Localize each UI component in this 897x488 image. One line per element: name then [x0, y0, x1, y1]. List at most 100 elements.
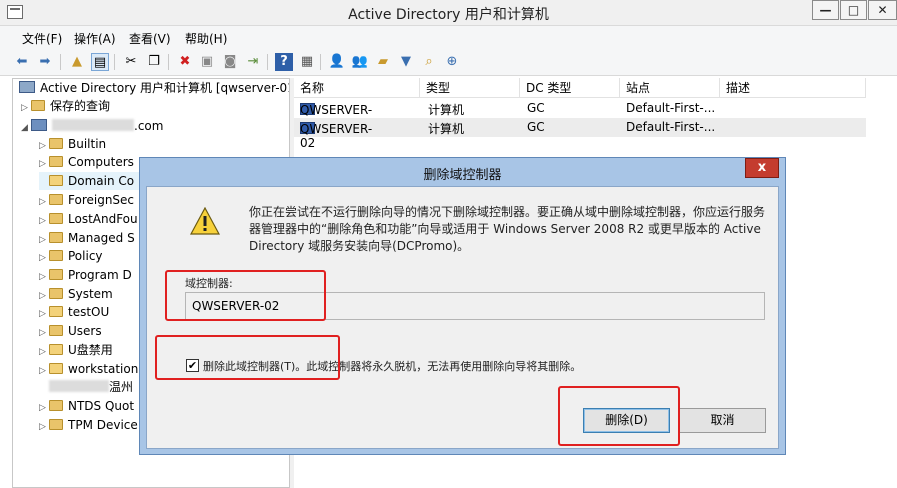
window-titlebar: Active Directory 用户和计算机 — □ ✕	[0, 0, 897, 26]
ou-icon	[49, 363, 63, 374]
column-header-site[interactable]: 站点	[620, 78, 720, 98]
expand-icon[interactable]: ▷	[39, 305, 49, 323]
tree-domain[interactable]: ◢ .com	[21, 117, 163, 135]
highlight-box	[155, 335, 340, 380]
folder-icon	[49, 419, 63, 430]
row-site: Default-First-...	[626, 120, 716, 134]
dialog-close-button[interactable]: x	[745, 158, 779, 178]
expand-icon[interactable]: ▷	[39, 212, 49, 230]
window-title: Active Directory 用户和计算机	[348, 7, 549, 23]
maximize-button[interactable]: □	[840, 0, 867, 20]
expand-icon[interactable]: ▷	[39, 249, 49, 267]
cut-icon[interactable]: ✂	[122, 53, 140, 71]
cancel-button[interactable]: 取消	[679, 408, 766, 433]
tree-item[interactable]: ▷ Users	[39, 322, 102, 340]
filter-icon[interactable]: ▼	[397, 53, 415, 71]
tree-item[interactable]: ▷ U盘禁用	[39, 341, 113, 359]
find-icon[interactable]: ⌕	[420, 53, 438, 71]
expand-icon[interactable]: ▷	[39, 193, 49, 211]
tree-item[interactable]: ▷ workstation	[39, 360, 138, 378]
row-site: Default-First-...	[626, 101, 716, 115]
tree-item[interactable]: ▷ LostAndFou	[39, 210, 138, 228]
new-user-icon[interactable]: 👤	[328, 53, 346, 71]
refresh-icon[interactable]: ◙	[221, 53, 239, 71]
toolbar-separator	[267, 54, 268, 70]
toolbar-separator	[114, 54, 115, 70]
tree-item[interactable]: ▷ System	[39, 285, 113, 303]
column-header-name[interactable]: 名称	[294, 78, 420, 98]
redacted-ou	[49, 380, 109, 392]
dialog-titlebar[interactable]: 删除域控制器 x	[140, 158, 785, 186]
folder-icon	[49, 138, 63, 149]
folder-icon	[31, 100, 45, 111]
properties-icon[interactable]: ▣	[198, 53, 216, 71]
folder-icon	[49, 194, 63, 205]
column-header-description[interactable]: 描述	[720, 78, 866, 98]
expand-icon[interactable]: ▷	[39, 268, 49, 286]
tree-saved-queries[interactable]: ▷ 保存的查询	[21, 97, 110, 115]
tree-item[interactable]: ▷ TPM Device	[39, 416, 138, 434]
minimize-button[interactable]: —	[812, 0, 839, 20]
tree-root[interactable]: Active Directory 用户和计算机 [qwserver-01.c	[19, 79, 289, 97]
row-dc-type: GC	[527, 101, 545, 115]
new-ou-icon[interactable]: ▰	[374, 53, 392, 71]
delete-icon[interactable]: ✖	[176, 53, 194, 71]
folder-icon	[49, 213, 63, 224]
table-row[interactable]: QWSERVER-01 计算机 GC Default-First-...	[294, 99, 866, 131]
menu-view[interactable]: 查看(V)	[129, 30, 171, 47]
toolbar-separator	[60, 54, 61, 70]
column-header-type[interactable]: 类型	[420, 78, 520, 98]
tree-item[interactable]: ▷ Policy	[39, 247, 103, 265]
back-icon[interactable]: ⬅	[13, 53, 31, 71]
warning-message: 你正在尝试在不运行删除向导的情况下删除域控制器。要正确从域中删除域控制器，你应运…	[249, 205, 766, 253]
table-row-selected[interactable]: QWSERVER-02 计算机 GC Default-First-...	[294, 118, 866, 150]
copy-icon[interactable]: ❐	[145, 53, 163, 71]
tree-item[interactable]: ▷ testOU	[39, 303, 109, 321]
tree-item[interactable]: ▷ ForeignSec	[39, 191, 134, 209]
expand-icon[interactable]: ▷	[39, 155, 49, 173]
collapse-icon[interactable]: ◢	[21, 119, 31, 137]
redacted-domain	[52, 119, 134, 131]
up-folder-icon[interactable]: ▲	[68, 53, 86, 71]
expand-icon[interactable]: ▷	[39, 418, 49, 436]
view-icon[interactable]: ▦	[298, 53, 316, 71]
show-console-tree-icon[interactable]: ▤	[91, 53, 109, 71]
folder-icon	[49, 232, 63, 243]
expand-icon[interactable]: ▷	[39, 399, 49, 417]
toolbar-separator	[168, 54, 169, 70]
tree-item[interactable]: ▷ Managed S	[39, 229, 135, 247]
tree-item[interactable]: ▷ Builtin	[39, 135, 106, 153]
tree-item[interactable]: ▷ Computers	[39, 153, 134, 171]
menu-help[interactable]: 帮助(H)	[185, 30, 227, 47]
expand-icon[interactable]: ▷	[39, 343, 49, 361]
help-icon[interactable]: ?	[275, 53, 293, 71]
menu-action[interactable]: 操作(A)	[74, 30, 116, 47]
menu-file[interactable]: 文件(F)	[22, 30, 62, 47]
forward-icon[interactable]: ➡	[36, 53, 54, 71]
expand-icon[interactable]: ▷	[39, 324, 49, 342]
folder-icon	[49, 288, 63, 299]
toolbar-separator	[320, 54, 321, 70]
row-dc-type: GC	[527, 120, 545, 134]
tree-item[interactable]: 温州	[39, 378, 133, 396]
aduc-icon	[19, 81, 35, 93]
highlight-box	[165, 270, 326, 321]
expand-icon[interactable]: ▷	[21, 99, 31, 117]
tree-item[interactable]: ▷ NTDS Quot	[39, 397, 134, 415]
ou-icon	[49, 344, 63, 355]
folder-icon	[49, 156, 63, 167]
close-button[interactable]: ✕	[868, 0, 897, 20]
ou-icon	[49, 175, 63, 186]
folder-icon	[49, 325, 63, 336]
warning-icon	[190, 207, 220, 235]
export-list-icon[interactable]: ⇥	[244, 53, 262, 71]
new-group-icon[interactable]: 👥	[351, 53, 369, 71]
row-type: 计算机	[428, 122, 465, 136]
folder-icon	[49, 250, 63, 261]
column-header-dc-type[interactable]: DC 类型	[520, 78, 620, 98]
tree-item[interactable]: ▷ Program D	[39, 266, 132, 284]
folder-icon	[49, 400, 63, 411]
add-to-group-icon[interactable]: ⊕	[443, 53, 461, 71]
dialog-title: 删除域控制器	[423, 168, 502, 183]
toolbar: ⬅ ➡ ▲ ▤ ✂ ❐ ✖ ▣ ◙ ⇥ ? ▦ 👤 👥 ▰ ▼ ⌕ ⊕	[0, 48, 897, 76]
